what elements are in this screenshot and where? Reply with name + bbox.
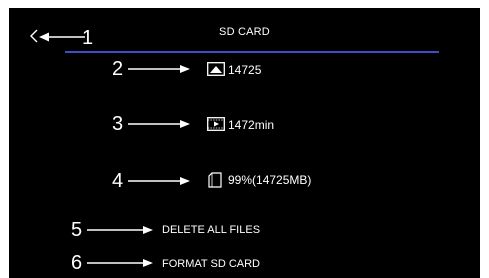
header-divider — [65, 51, 439, 53]
format-sd-card-button[interactable]: FORMAT SD CARD — [162, 258, 260, 271]
video-time-value: 1472min — [228, 118, 275, 132]
callout-arrow-3 — [128, 120, 190, 128]
sd-card-icon — [208, 172, 222, 188]
callout-number-3: 3 — [112, 113, 124, 135]
callout-number-2: 2 — [112, 58, 124, 80]
photo-count-value: 14725 — [228, 63, 262, 77]
callout-arrow-2 — [128, 65, 190, 73]
page-title: SD CARD — [219, 26, 270, 38]
storage-value: 99%(14725MB) — [228, 173, 312, 187]
callout-arrow-4 — [128, 177, 190, 185]
sd-card-screen: 1 SD CARD 2 14725 3 1472min 4 99%(14725M… — [9, 8, 480, 278]
callout-number-6: 6 — [71, 252, 83, 274]
delete-all-files-button[interactable]: DELETE ALL FILES — [162, 224, 260, 237]
photo-icon — [207, 62, 225, 76]
callout-arrow-5 — [87, 226, 153, 234]
video-icon — [207, 117, 225, 131]
callout-number-4: 4 — [112, 170, 124, 192]
callout-number-5: 5 — [71, 219, 83, 241]
callout-arrow-6 — [87, 259, 153, 267]
